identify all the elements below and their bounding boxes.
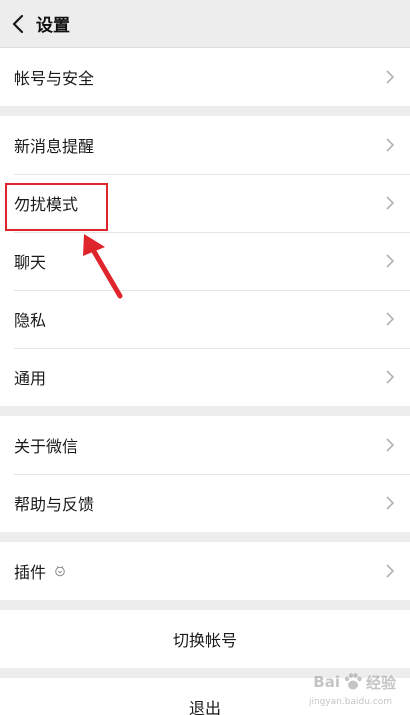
back-button[interactable] — [0, 0, 36, 48]
chevron-right-icon — [386, 564, 395, 578]
settings-item-label: 隐私 — [14, 311, 47, 330]
chevron-right-icon — [386, 138, 395, 152]
settings-item-general[interactable]: 通用 — [0, 348, 410, 406]
baidu-watermark: Bai 经验 — [313, 671, 396, 693]
highlight-box — [5, 183, 108, 231]
chevron-right-icon — [386, 370, 395, 384]
settings-item-label: 聊天 — [14, 253, 47, 272]
settings-item-plugins[interactable]: 插件 — [0, 542, 410, 600]
watermark-brand-left: Bai — [313, 673, 340, 691]
chevron-left-icon — [12, 14, 24, 33]
chevron-right-icon — [386, 70, 395, 84]
settings-group-account: 帐号与安全 — [0, 48, 410, 106]
settings-item-about[interactable]: 关于微信 — [0, 416, 410, 474]
chevron-right-icon — [386, 496, 395, 510]
page-title: 设置 — [36, 16, 70, 36]
watermark-subtext: jingyan.baidu.com — [308, 697, 392, 707]
settings-group-plugins: 插件 — [0, 542, 410, 600]
plugin-badge-icon — [55, 566, 65, 577]
settings-item-label: 通用 — [14, 369, 47, 388]
settings-item-label: 插件 — [14, 563, 47, 582]
settings-item-label: 关于微信 — [14, 437, 79, 456]
settings-item-label: 新消息提醒 — [14, 137, 95, 156]
red-arrow-icon — [83, 234, 123, 299]
settings-item-account-security[interactable]: 帐号与安全 — [0, 48, 410, 106]
settings-group-about: 关于微信 帮助与反馈 — [0, 416, 410, 532]
settings-group-main: 新消息提醒 勿扰模式 聊天 隐私 通用 — [0, 116, 410, 406]
settings-item-label: 帐号与安全 — [14, 69, 95, 88]
settings-item-help-feedback[interactable]: 帮助与反馈 — [0, 474, 410, 532]
chevron-right-icon — [386, 438, 395, 452]
paw-icon — [344, 673, 362, 690]
settings-item-notifications[interactable]: 新消息提醒 — [0, 116, 410, 174]
chevron-right-icon — [386, 312, 395, 326]
chevron-right-icon — [386, 196, 395, 210]
settings-item-privacy[interactable]: 隐私 — [0, 290, 410, 348]
switch-account-button[interactable]: 切换帐号 — [0, 610, 410, 668]
nav-header: 设置 — [0, 0, 410, 48]
settings-item-chat[interactable]: 聊天 — [0, 232, 410, 290]
settings-item-label: 帮助与反馈 — [14, 495, 95, 514]
chevron-right-icon — [386, 254, 395, 268]
watermark-brand-right: 经验 — [365, 673, 396, 692]
